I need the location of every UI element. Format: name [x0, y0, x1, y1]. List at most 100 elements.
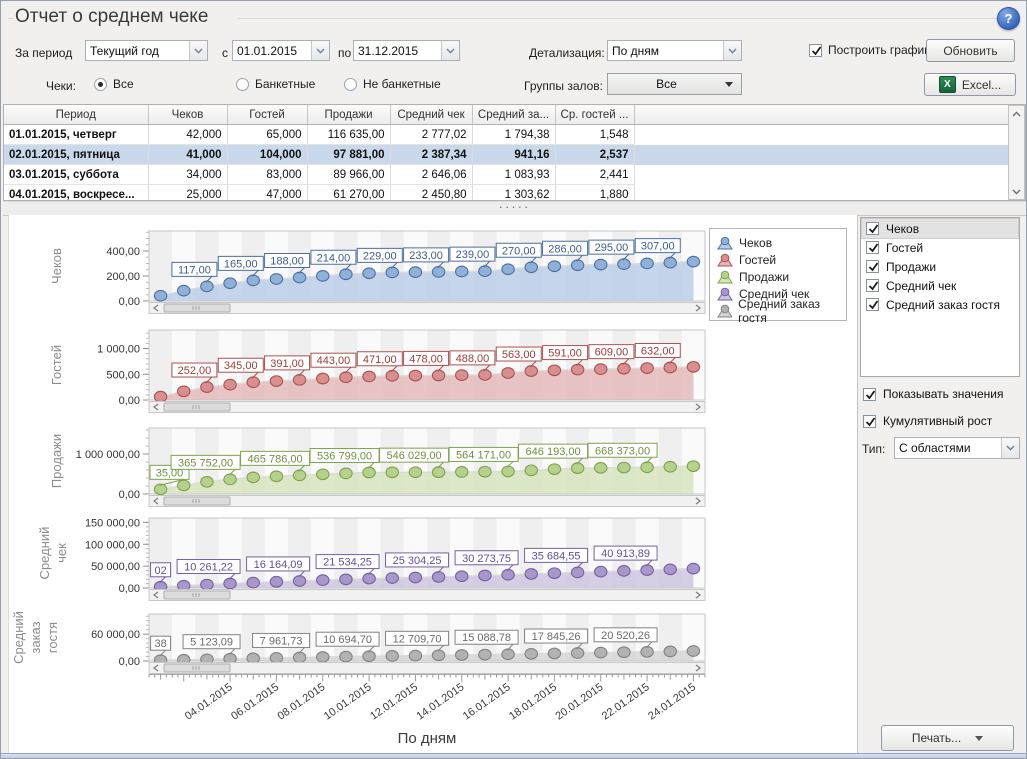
table-cell[interactable]: 02.01.2015, пятница	[4, 145, 148, 165]
excel-button[interactable]: X Excel...	[924, 73, 1016, 96]
series-checkbox[interactable]	[866, 279, 879, 292]
chart-hscrollbar[interactable]	[149, 663, 705, 674]
data-point-marker	[525, 649, 537, 660]
table-cell[interactable]: 25,000	[148, 185, 227, 202]
data-point-marker	[618, 259, 630, 270]
scrollbar-thumb[interactable]	[164, 403, 230, 411]
series-list-item[interactable]: Средний чек	[862, 276, 1018, 295]
table-cell[interactable]: 2 387,34	[390, 145, 472, 165]
series-checkbox[interactable]	[866, 241, 879, 254]
table-cell[interactable]: 61 270,00	[307, 185, 390, 202]
scrollbar-thumb[interactable]	[164, 591, 230, 599]
table-cell[interactable]: 97 881,00	[307, 145, 390, 165]
chevron-down-icon[interactable]	[441, 41, 459, 60]
print-button[interactable]: Печать...	[881, 725, 1014, 751]
chevron-down-icon[interactable]	[1001, 438, 1019, 458]
date-to-value: 31.12.2015	[354, 44, 441, 58]
table-cell[interactable]: 2 646,06	[390, 165, 472, 185]
table-row[interactable]: 02.01.2015, пятница41,000104,00097 881,0…	[4, 145, 1009, 165]
table-cell[interactable]: 65,000	[227, 125, 307, 145]
type-combo[interactable]: С областями	[894, 437, 1020, 459]
data-point-marker	[548, 464, 560, 475]
scroll-up-icon[interactable]	[1009, 106, 1024, 121]
series-checkbox[interactable]	[866, 222, 879, 235]
table-cell[interactable]: 1 083,93	[472, 165, 555, 185]
date-from-combo[interactable]: 01.01.2015	[232, 40, 330, 61]
chevron-down-icon[interactable]	[311, 41, 329, 60]
checks-radio-1[interactable]: Банкетные	[236, 77, 315, 91]
table-cell[interactable]: 2 777,02	[390, 125, 472, 145]
data-point-marker	[618, 566, 630, 577]
table-cell[interactable]: 47,000	[227, 185, 307, 202]
column-header[interactable]: Период	[4, 105, 148, 125]
table-cell[interactable]: 03.01.2015, суббота	[4, 165, 148, 185]
column-header[interactable]: Средний за...	[472, 105, 555, 125]
chart-hscrollbar[interactable]	[149, 590, 705, 601]
column-header[interactable]: Продажи	[307, 105, 390, 125]
chevron-down-icon[interactable]	[189, 41, 207, 60]
value-label: 10 261,22	[184, 562, 233, 574]
refresh-button[interactable]: Обновить	[926, 39, 1015, 62]
table-cell[interactable]: 1,548	[555, 125, 634, 145]
cumulative-checkbox[interactable]	[863, 415, 876, 428]
table-cell[interactable]: 2,441	[555, 165, 634, 185]
chart-hscrollbar[interactable]	[149, 402, 705, 413]
radio-icon[interactable]	[344, 78, 357, 91]
cumulative-option[interactable]: Кумулятивный рост	[863, 414, 992, 428]
series-checkbox[interactable]	[866, 260, 879, 273]
y-tick-label: 500,00	[106, 369, 140, 381]
date-to-combo[interactable]: 31.12.2015	[353, 40, 460, 61]
series-checkbox[interactable]	[866, 298, 879, 311]
radio-icon[interactable]	[94, 78, 107, 91]
table-vscrollbar[interactable]	[1008, 105, 1025, 200]
show-values-checkbox[interactable]	[863, 388, 876, 401]
table-row[interactable]: 01.01.2015, четверг42,00065,000116 635,0…	[4, 125, 1009, 145]
scrollbar-thumb[interactable]	[164, 664, 230, 672]
scrollbar-thumb[interactable]	[164, 304, 230, 312]
table-cell[interactable]: 42,000	[148, 125, 227, 145]
table-row[interactable]: 03.01.2015, суббота34,00083,00089 966,00…	[4, 165, 1009, 185]
chevron-down-icon[interactable]	[723, 41, 741, 60]
build-chart-checkbox[interactable]	[809, 44, 822, 57]
splitter-handle[interactable]: ·····	[3, 201, 1026, 216]
table-cell[interactable]: 04.01.2015, воскресе...	[4, 185, 148, 202]
print-label: Печать...	[912, 731, 961, 745]
checks-radio-2[interactable]: Не банкетные	[344, 77, 441, 91]
data-point-marker	[595, 566, 607, 577]
scroll-down-icon[interactable]	[1009, 184, 1024, 199]
period-combo[interactable]: Текущий год	[85, 40, 208, 61]
table-cell[interactable]: 2 450,80	[390, 185, 472, 202]
halls-combo[interactable]: Все	[607, 73, 742, 95]
table-cell[interactable]: 41,000	[148, 145, 227, 165]
table-cell[interactable]: 116 635,00	[307, 125, 390, 145]
show-values-option[interactable]: Показывать значения	[863, 387, 1004, 401]
chart-hscrollbar[interactable]	[149, 303, 705, 314]
series-list-item[interactable]: Гостей	[862, 238, 1018, 257]
report-table: ПериодЧековГостейПродажиСредний чекСредн…	[4, 105, 1009, 201]
build-chart-option[interactable]: Построить график	[809, 43, 929, 57]
radio-icon[interactable]	[236, 78, 249, 91]
table-cell[interactable]: 941,16	[472, 145, 555, 165]
scrollbar-thumb[interactable]	[164, 497, 230, 505]
chart-Средний заказ гостя: 0,0060 000,00385 123,097 961,7310 694,70…	[11, 611, 705, 673]
table-cell[interactable]: 01.01.2015, четверг	[4, 125, 148, 145]
table-cell[interactable]: 1,880	[555, 185, 634, 202]
table-cell[interactable]: 1 794,38	[472, 125, 555, 145]
table-cell[interactable]: 34,000	[148, 165, 227, 185]
table-cell[interactable]: 83,000	[227, 165, 307, 185]
series-list-item[interactable]: Чеков	[862, 219, 1018, 238]
column-header[interactable]: Гостей	[227, 105, 307, 125]
series-list-item[interactable]: Продажи	[862, 257, 1018, 276]
column-header[interactable]: Средний чек	[390, 105, 472, 125]
y-tick-label: 0,00	[119, 656, 140, 668]
column-header[interactable]: Ср. гостей ...	[555, 105, 634, 125]
help-icon[interactable]: ?	[997, 7, 1020, 30]
detail-combo[interactable]: По дням	[607, 40, 742, 61]
table-cell[interactable]: 2,537	[555, 145, 634, 165]
table-cell[interactable]: 89 966,00	[307, 165, 390, 185]
series-list-item[interactable]: Средний заказ гостя	[862, 295, 1018, 314]
table-cell[interactable]: 104,000	[227, 145, 307, 165]
chart-hscrollbar[interactable]	[149, 496, 705, 507]
column-header[interactable]: Чеков	[148, 105, 227, 125]
checks-radio-0[interactable]: Все	[94, 77, 134, 91]
